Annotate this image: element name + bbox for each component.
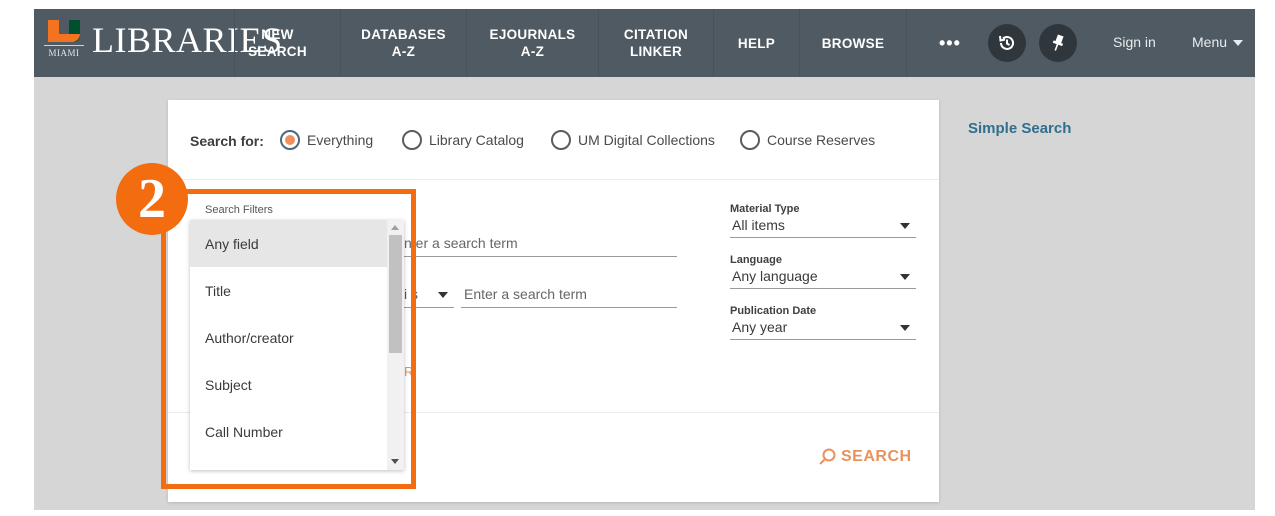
nav-label: A-Z [391,44,416,59]
scope-row: Search for: Everything Library Catalog U… [168,100,939,180]
logo-text: MIAMI [48,48,80,58]
scope-radio-library-catalog[interactable]: Library Catalog [402,130,524,150]
nav-label: CITATION [623,27,689,42]
pin-button[interactable] [1039,24,1077,62]
page-frame: MIAMI LIBRARIES NEW SEARCH DATABASES A-Z E… [34,9,1255,510]
menu-label: Menu [1192,34,1228,50]
nav-label: BROWSE [821,35,885,51]
nav-label: EJOURNALS [489,27,576,42]
filter-value: Any year [732,319,788,335]
pin-icon [1052,34,1064,51]
search-icon [819,448,836,465]
simple-search-link[interactable]: Simple Search [968,120,1071,137]
um-logo[interactable]: MIAMI [44,18,84,64]
nav-databases-az[interactable]: DATABASES A-Z [340,9,466,77]
nav-label: DATABASES [361,27,446,42]
search-button[interactable]: SEARCH [818,448,912,466]
caret-down-icon [900,325,910,331]
nav-label: LINKER [629,44,683,59]
filter-label: Publication Date [730,305,817,317]
radio-selected-icon [280,130,300,150]
history-icon [999,35,1014,50]
nav-label: SEARCH [248,44,307,59]
scope-radio-everything[interactable]: Everything [280,130,373,150]
caret-down-icon [438,292,448,298]
radio-label: Course Reserves [767,132,876,148]
caret-down-icon [900,223,910,229]
filter-label: Language [730,254,782,266]
history-button[interactable] [988,24,1026,62]
annotation-step-number: 2 [116,163,188,235]
nav-citation-linker[interactable]: CITATION LINKER [598,9,713,77]
filter-value: Any language [732,268,818,284]
u-logo-icon [48,20,80,42]
sign-in-link[interactable]: Sign in [1113,34,1156,50]
menu-button[interactable]: Menu [1192,34,1244,50]
nav-ejournals-az[interactable]: EJOURNALS A-Z [466,9,598,77]
search-term-input-2[interactable]: Enter a search term [461,286,677,308]
radio-icon [740,130,760,150]
top-nav: MIAMI LIBRARIES NEW SEARCH DATABASES A-Z E… [34,9,1255,77]
material-type-filter[interactable]: Material Type All items [730,203,916,238]
scope-radio-um-digital-collections[interactable]: UM Digital Collections [551,130,715,150]
radio-label: UM Digital Collections [578,132,715,148]
nav-new-search[interactable]: NEW SEARCH [234,9,320,77]
nav-label: HELP [737,35,776,51]
caret-down-icon [1233,40,1244,47]
nav-browse[interactable]: BROWSE [799,9,907,77]
search-term-input-1[interactable]: n er a search term [404,235,677,257]
search-for-label: Search for: [190,133,264,149]
radio-label: Library Catalog [429,132,524,148]
publication-date-filter[interactable]: Publication Date Any year [730,305,916,340]
radio-label: Everything [307,132,374,148]
nav-label: NEW [261,27,294,42]
annotation-highlight-box [161,189,416,489]
language-filter[interactable]: Language Any language [730,254,916,289]
scope-radio-course-reserves[interactable]: Course Reserves [740,130,875,150]
search-button-label: SEARCH [841,448,912,465]
radio-icon [551,130,571,150]
filter-value: All items [732,217,785,233]
nav-label: A-Z [520,44,545,59]
caret-down-icon [900,274,910,280]
more-icon[interactable]: ••• [939,33,961,54]
nav-help[interactable]: HELP [713,9,799,77]
filter-label: Material Type [730,203,800,215]
radio-icon [402,130,422,150]
